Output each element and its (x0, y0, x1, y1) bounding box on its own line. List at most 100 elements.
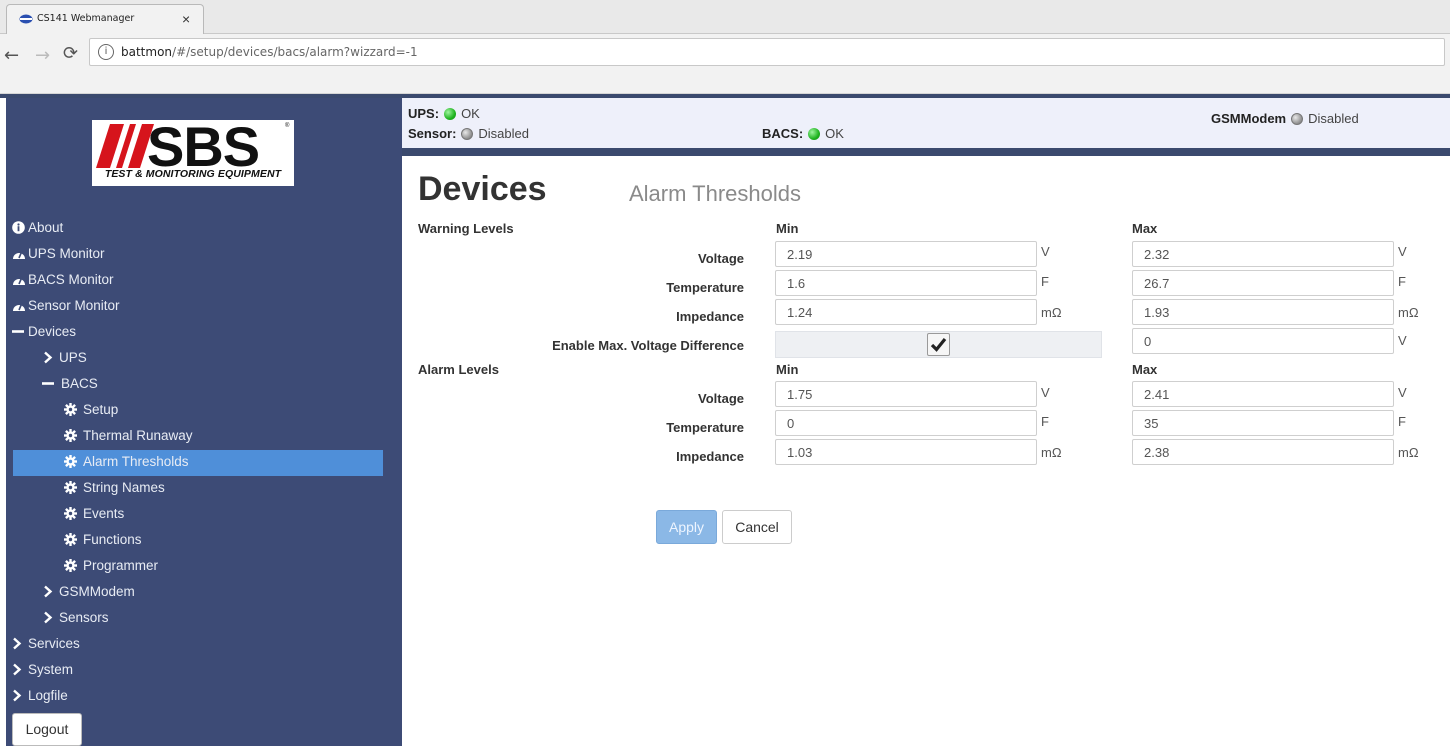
info-icon (12, 221, 26, 235)
sidebar-item-label: Thermal Runaway (83, 428, 193, 443)
sidebar-item-ups[interactable]: UPS (6, 346, 402, 372)
sidebar-item-label: Alarm Thresholds (83, 454, 189, 469)
reload-icon[interactable]: ⟳ (63, 43, 78, 64)
gsm-status-value: Disabled (1308, 111, 1359, 126)
alarm-impedance-min-input[interactable] (775, 439, 1037, 465)
alarm-min-header: Min (776, 362, 799, 377)
sidebar-item-setup[interactable]: Setup (6, 398, 402, 424)
sidebar-item-about[interactable]: About (6, 216, 402, 242)
site-favicon-icon (19, 14, 33, 27)
chevron-right-icon (42, 351, 56, 365)
alarm-temperature-min-input[interactable] (775, 410, 1037, 436)
logo-registered-mark: ® (285, 123, 290, 129)
alarm-temperature-label: Temperature (666, 420, 744, 435)
cancel-button[interactable]: Cancel (722, 510, 792, 544)
voltage-difference-unit: V (1398, 333, 1407, 348)
sidebar-item-label: Functions (83, 532, 142, 547)
status-disabled-icon (461, 128, 474, 140)
alarm-levels-heading: Alarm Levels (418, 362, 499, 377)
warning-max-header: Max (1132, 221, 1158, 236)
warning-temperature-min-unit: F (1041, 274, 1049, 289)
alarm-max-header: Max (1132, 362, 1158, 377)
sidebar-item-label: BACS Monitor (28, 272, 114, 287)
sidebar-item-alarm-thresholds[interactable]: Alarm Thresholds (13, 450, 383, 476)
site-info-icon[interactable]: i (98, 44, 114, 60)
sidebar-item-string-names[interactable]: String Names (6, 476, 402, 502)
warning-impedance-min-input[interactable] (775, 299, 1037, 325)
sidebar-item-devices[interactable]: Devices (6, 320, 402, 346)
gear-icon (64, 559, 78, 573)
back-arrow-icon[interactable]: ← (4, 45, 19, 66)
sidebar-item-label: About (28, 220, 64, 235)
sidebar-item-label: Devices (28, 324, 77, 339)
warning-temperature-max-unit: F (1398, 274, 1406, 289)
sensor-status: Sensor: Disabled (408, 126, 529, 141)
browser-tab[interactable]: CS141 Webmanager × (6, 4, 204, 34)
logo-tagline: TEST & MONITORING EQUIPMENT (104, 168, 282, 180)
alarm-temperature-max-input[interactable] (1132, 410, 1394, 436)
sidebar-item-logfile[interactable]: Logfile (6, 684, 402, 710)
address-bar[interactable]: i battmon/#/setup/devices/bacs/alarm?wiz… (89, 38, 1445, 66)
page-title: Devices (418, 170, 547, 208)
sidebar-item-ups-monitor[interactable]: UPS Monitor (6, 242, 402, 268)
sidebar-item-label: Sensors (59, 610, 109, 625)
alarm-voltage-max-input[interactable] (1132, 381, 1394, 407)
status-ok-icon (444, 108, 457, 120)
warning-voltage-label: Voltage (698, 251, 744, 266)
bacs-status-label: BACS: (762, 126, 804, 141)
sidebar-item-services[interactable]: Services (6, 632, 402, 658)
sidebar-item-label: Setup (83, 402, 119, 417)
sidebar-item-gsmmodem[interactable]: GSMModem (6, 580, 402, 606)
bacs-status-value: OK (825, 126, 844, 141)
sidebar-item-sensor-monitor[interactable]: Sensor Monitor (6, 294, 402, 320)
voltage-difference-max-input[interactable] (1132, 328, 1394, 354)
sidebar-item-bacs[interactable]: BACS (6, 372, 402, 398)
url-path: /#/setup/devices/bacs/alarm?wizzard=-1 (172, 45, 418, 59)
sidebar-item-label: System (28, 662, 74, 677)
dashboard-icon (12, 247, 26, 261)
warning-impedance-max-unit: mΩ (1398, 305, 1419, 320)
sidebar-item-events[interactable]: Events (6, 502, 402, 528)
minus-icon (42, 377, 56, 391)
sensor-status-value: Disabled (478, 126, 529, 141)
sidebar-item-label: Sensor Monitor (28, 298, 120, 313)
sbs-logo: SBS ® TEST & MONITORING EQUIPMENT (92, 118, 294, 186)
alarm-voltage-min-input[interactable] (775, 381, 1037, 407)
voltage-difference-checkbox[interactable] (927, 333, 950, 356)
forward-arrow-icon[interactable]: → (35, 45, 50, 66)
voltage-difference-label: Enable Max. Voltage Difference (552, 338, 744, 353)
warning-impedance-min-unit: mΩ (1041, 305, 1062, 320)
alarm-impedance-max-input[interactable] (1132, 439, 1394, 465)
sidebar-item-label: BACS (61, 376, 98, 391)
sidebar-item-thermal-runaway[interactable]: Thermal Runaway (6, 424, 402, 450)
tab-close-icon[interactable]: × (182, 11, 190, 27)
status-bar-divider (402, 148, 1450, 156)
warning-voltage-min-input[interactable] (775, 241, 1037, 267)
sidebar-item-label: Logfile (28, 688, 68, 703)
sidebar-item-system[interactable]: System (6, 658, 402, 684)
gsm-status-label: GSMModem (1211, 111, 1287, 126)
alarm-voltage-max-unit: V (1398, 385, 1407, 400)
warning-levels-heading: Warning Levels (418, 221, 514, 236)
warning-temperature-min-input[interactable] (775, 270, 1037, 296)
sidebar-item-functions[interactable]: Functions (6, 528, 402, 554)
warning-impedance-max-input[interactable] (1132, 299, 1394, 325)
alarm-impedance-min-unit: mΩ (1041, 445, 1062, 460)
warning-min-header: Min (776, 221, 799, 236)
sidebar-item-bacs-monitor[interactable]: BACS Monitor (6, 268, 402, 294)
sidebar-item-sensors[interactable]: Sensors (6, 606, 402, 632)
gear-icon (64, 403, 78, 417)
tab-title: CS141 Webmanager (37, 13, 135, 24)
apply-button[interactable]: Apply (656, 510, 717, 544)
gear-icon (64, 481, 78, 495)
warning-temperature-max-input[interactable] (1132, 270, 1394, 296)
sidebar-item-label: String Names (83, 480, 165, 495)
chevron-right-icon (42, 611, 56, 625)
alarm-temperature-max-unit: F (1398, 414, 1406, 429)
warning-voltage-max-input[interactable] (1132, 241, 1394, 267)
sidebar-item-programmer[interactable]: Programmer (6, 554, 402, 580)
ups-status-label: UPS: (408, 106, 440, 121)
gear-icon (64, 533, 78, 547)
logout-button[interactable]: Logout (12, 713, 82, 746)
alarm-impedance-max-unit: mΩ (1398, 445, 1419, 460)
